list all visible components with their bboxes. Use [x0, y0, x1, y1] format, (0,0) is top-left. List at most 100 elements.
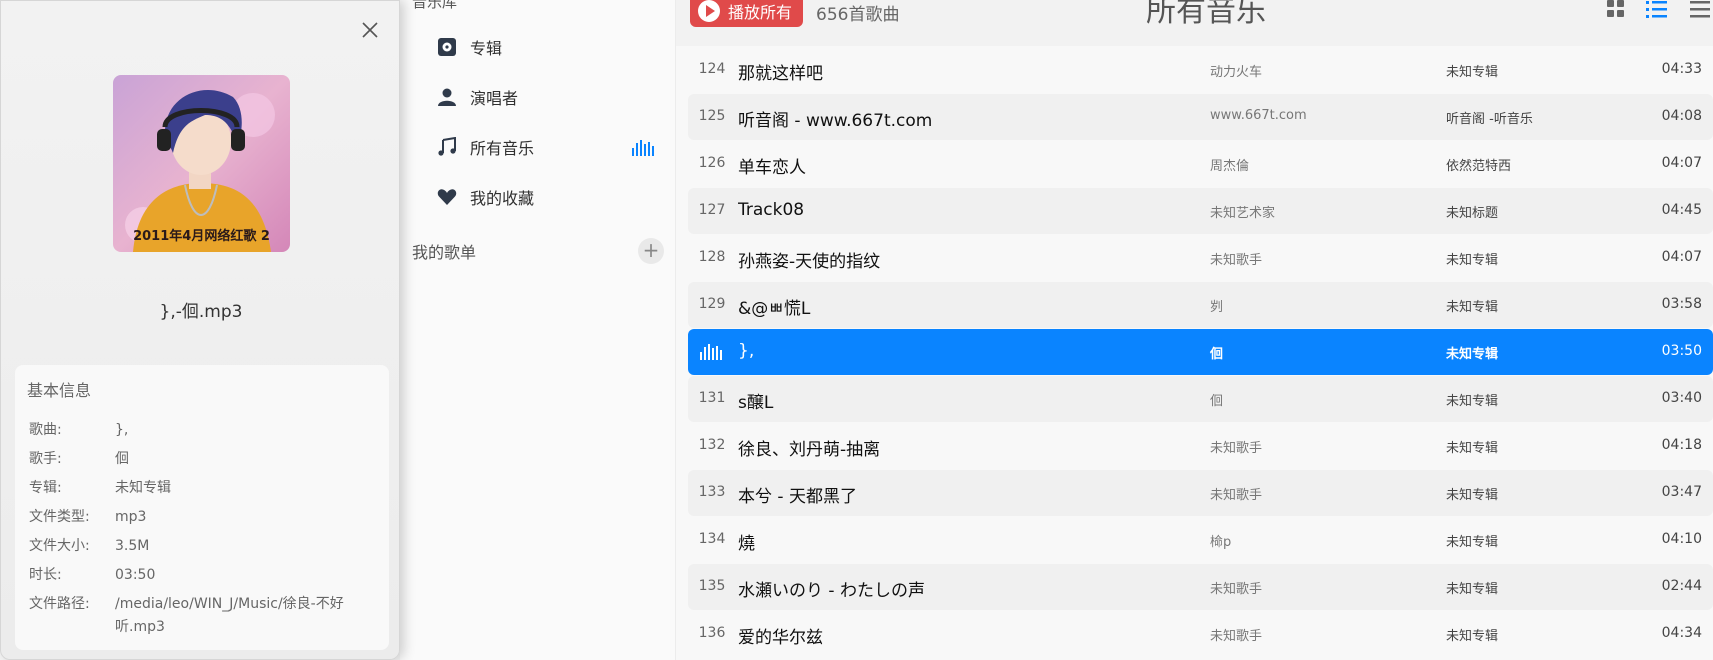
music-note-icon	[436, 136, 458, 158]
grid-view-button[interactable]	[1606, 0, 1626, 20]
song-album: 依然范特西	[1446, 159, 1512, 174]
song-artist: 未知歌手	[1210, 441, 1263, 456]
song-duration: 04:10	[1661, 531, 1702, 547]
song-number: 133	[698, 484, 726, 500]
detail-list-icon	[1690, 1, 1710, 18]
info-value: },	[115, 422, 129, 438]
song-album: 未知专辑	[1446, 582, 1499, 597]
info-key: 文件路径:	[29, 596, 90, 612]
song-artist: 佪	[1210, 394, 1224, 409]
song-title: 单车恋人	[738, 158, 806, 178]
song-row[interactable]: 133 本兮 - 天都黑了 未知歌手 未知专辑 03:47	[688, 470, 1713, 516]
song-title: s醸L	[738, 393, 774, 413]
play-all-label: 播放所有	[728, 2, 793, 22]
song-duration: 04:18	[1661, 437, 1702, 453]
song-row[interactable]: 126 单车恋人 周杰倫 依然范特西 04:07	[688, 141, 1713, 187]
song-artist: 未知艺术家	[1210, 206, 1276, 221]
song-duration: 03:50	[1661, 343, 1702, 359]
song-album: 未知专辑	[1446, 394, 1499, 409]
list-view-button[interactable]	[1646, 0, 1667, 20]
list-icon	[1646, 1, 1667, 18]
info-value: 未知专辑	[115, 480, 171, 496]
song-duration: 03:40	[1661, 390, 1702, 406]
song-duration: 04:08	[1661, 108, 1702, 124]
song-number: 134	[698, 531, 726, 547]
song-number: 125	[698, 108, 726, 124]
song-duration: 04:33	[1661, 61, 1702, 77]
sidebar: 音乐库 专辑 演唱者 所有音乐 我的收藏 我的歌单 +	[400, 0, 676, 660]
song-title: Track08	[738, 200, 805, 220]
info-value: /media/leo/WIN_J/Music/徐良-不好听.mp3	[115, 596, 344, 635]
song-title: 爱的华尔兹	[738, 628, 823, 648]
info-key: 歌曲:	[29, 422, 62, 438]
sidebar-item-albums[interactable]: 专辑	[436, 30, 660, 64]
my-playlists-label: 我的歌单	[412, 243, 477, 262]
song-artist: 周杰倫	[1210, 159, 1250, 174]
song-duration: 03:58	[1661, 296, 1702, 312]
song-title: 徐良、刘丹萌-抽离	[738, 440, 881, 460]
song-title: 听音阁 - www.667t.com	[738, 111, 933, 131]
info-value: mp3	[115, 509, 147, 525]
song-row[interactable]: 125 听音阁 - www.667t.com www.667t.com 听音阁 …	[688, 94, 1713, 140]
page-title: 所有音乐	[1146, 0, 1266, 29]
song-artist: 椧p	[1210, 535, 1232, 550]
now-playing-wave-icon	[632, 140, 656, 160]
sidebar-item-label: 专辑	[470, 39, 503, 58]
detail-view-button[interactable]	[1690, 0, 1710, 20]
song-duration: 04:45	[1661, 202, 1702, 218]
add-playlist-button[interactable]: +	[638, 238, 664, 264]
song-duration: 03:47	[1661, 484, 1702, 500]
song-artist: www.667t.com	[1210, 108, 1307, 123]
song-number: 135	[698, 578, 726, 594]
song-row[interactable]: 124 那就这样吧 动力火车 未知专辑 04:33	[688, 47, 1713, 93]
toolbar: 播放所有 656首歌曲 所有音乐	[676, 0, 1713, 46]
song-artist: 未知歌手	[1210, 253, 1263, 268]
song-title: 那就这样吧	[738, 64, 823, 84]
song-row-playing[interactable]: }, 佪 未知专辑 03:50	[688, 329, 1713, 375]
song-number: 126	[698, 155, 726, 171]
info-key: 时长:	[29, 567, 62, 583]
cover-caption: 2011年4月网络红歌 2	[133, 229, 270, 244]
song-number: 132	[698, 437, 726, 453]
song-album: 未知专辑	[1446, 488, 1499, 503]
song-row[interactable]: 128 孙燕姿-天使的指纹 未知歌手 未知专辑 04:07	[688, 235, 1713, 281]
info-key: 专辑:	[29, 480, 62, 496]
sidebar-item-artists[interactable]: 演唱者	[436, 80, 660, 114]
song-row[interactable]: 136 爱的华尔兹 未知歌手 未知专辑 04:34	[688, 611, 1713, 657]
heart-icon	[436, 186, 458, 208]
song-album: 未知专辑	[1446, 535, 1499, 550]
sidebar-item-label: 所有音乐	[470, 139, 535, 158]
close-icon	[362, 22, 378, 38]
song-number: 131	[698, 390, 726, 406]
song-row[interactable]: 134 燒 椧p 未知专辑 04:10	[688, 517, 1713, 563]
info-key: 文件大小:	[29, 538, 90, 554]
song-row[interactable]: 131 s醸L 佪 未知专辑 03:40	[688, 376, 1713, 422]
song-album: 未知标题	[1446, 206, 1499, 221]
sidebar-item-all-music[interactable]: 所有音乐	[436, 130, 660, 164]
song-row[interactable]: 132 徐良、刘丹萌-抽离 未知歌手 未知专辑 04:18	[688, 423, 1713, 469]
song-row[interactable]: 135 水瀬いのり - わたしの声 未知歌手 未知专辑 02:44	[688, 564, 1713, 610]
song-title: 水瀬いのり - わたしの声	[738, 581, 925, 601]
play-all-button[interactable]: 播放所有	[690, 0, 803, 27]
song-duration: 04:07	[1661, 155, 1702, 171]
song-row[interactable]: 129 &@ㅃ慌L 刿 未知专辑 03:58	[688, 282, 1713, 328]
song-title: &@ㅃ慌L	[738, 299, 811, 319]
song-album: 未知专辑	[1446, 441, 1499, 456]
song-duration: 04:34	[1661, 625, 1702, 641]
song-album: 未知专辑	[1446, 300, 1499, 315]
song-title: 孙燕姿-天使的指纹	[738, 252, 881, 272]
grid-icon	[1607, 0, 1624, 17]
info-value: 3.5M	[115, 538, 150, 554]
song-duration: 04:07	[1661, 249, 1702, 265]
info-value: 03:50	[115, 567, 156, 583]
sidebar-item-favorites[interactable]: 我的收藏	[436, 180, 660, 214]
song-number: 127	[698, 202, 726, 218]
song-row[interactable]: 127 Track08 未知艺术家 未知标题 04:45	[688, 188, 1713, 234]
song-album: 未知专辑	[1446, 65, 1499, 80]
play-icon	[698, 0, 720, 22]
song-number: 128	[698, 249, 726, 265]
song-artist: 未知歌手	[1210, 488, 1263, 503]
close-button[interactable]	[359, 19, 381, 41]
song-info-panel: 2011年4月网络红歌 2 },-佪.mp3 基本信息 歌曲: }, 歌手: 佪…	[0, 0, 400, 660]
song-duration: 02:44	[1661, 578, 1702, 594]
